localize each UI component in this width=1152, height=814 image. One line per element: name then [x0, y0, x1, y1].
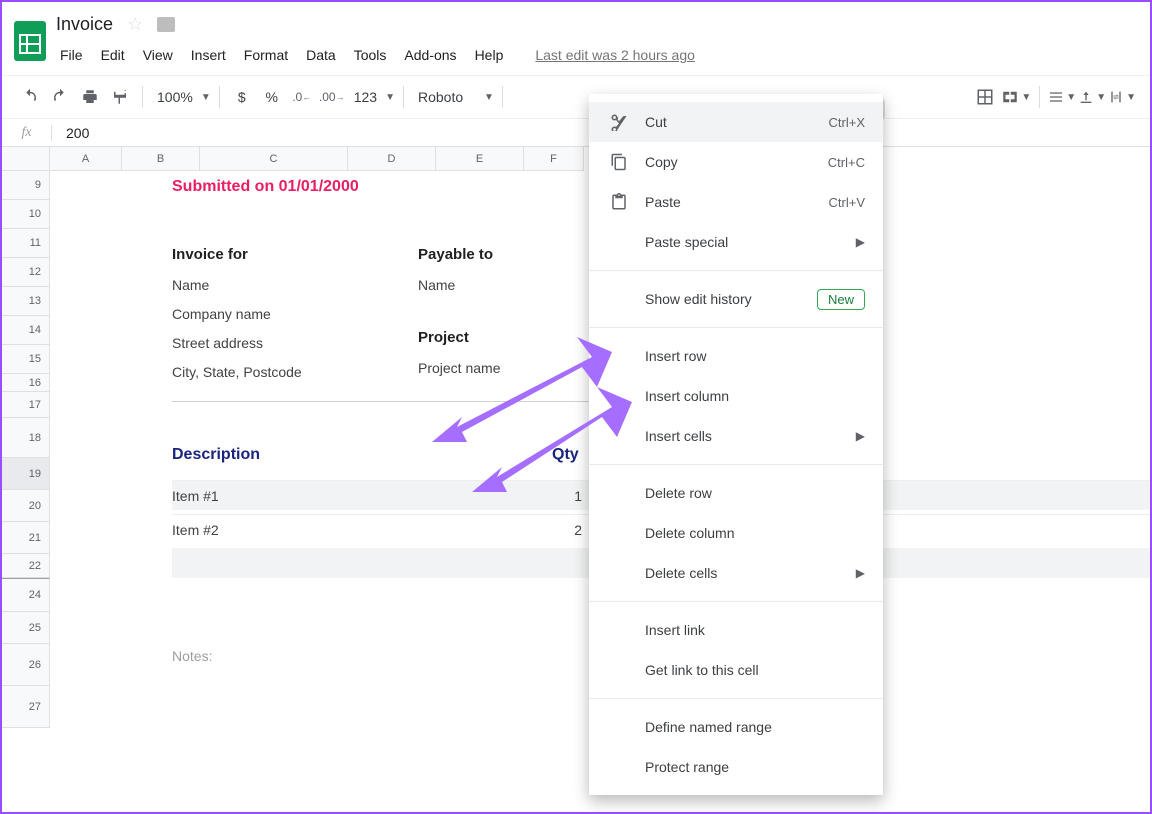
- move-folder-icon[interactable]: [157, 17, 175, 32]
- menu-format[interactable]: Format: [236, 43, 296, 67]
- context-menu: Cut Ctrl+X Copy Ctrl+C Paste Ctrl+V Past…: [589, 94, 883, 795]
- menu-file[interactable]: File: [52, 43, 91, 67]
- menu-bar: File Edit View Insert Format Data Tools …: [52, 35, 703, 67]
- ctx-get-link[interactable]: Get link to this cell: [589, 650, 883, 690]
- row-11[interactable]: 11: [2, 229, 50, 258]
- row-26[interactable]: 26: [2, 644, 50, 686]
- col-D[interactable]: D: [348, 147, 436, 171]
- ctx-named-range[interactable]: Define named range: [589, 707, 883, 747]
- fx-icon: fx: [2, 125, 52, 141]
- dec-decimal-icon[interactable]: .0←: [288, 83, 316, 111]
- row-14[interactable]: 14: [2, 316, 50, 345]
- col-B[interactable]: B: [122, 147, 200, 171]
- row-16[interactable]: 16: [2, 374, 50, 392]
- row-12[interactable]: 12: [2, 258, 50, 287]
- col-E[interactable]: E: [436, 147, 524, 171]
- title-area: Invoice ☆ File Edit View Insert Format D…: [52, 10, 703, 67]
- row-9[interactable]: 9: [2, 171, 50, 200]
- row-22[interactable]: 22: [2, 554, 50, 578]
- row-20[interactable]: 20: [2, 490, 50, 522]
- item2-desc: Item #2: [172, 522, 552, 538]
- row-headers: 9 10 11 12 13 14 15 16 17 18 19 20 21 22…: [2, 171, 50, 728]
- col-A[interactable]: A: [50, 147, 122, 171]
- name-label: Name: [172, 271, 418, 300]
- font-select[interactable]: Roboto▼: [412, 89, 494, 105]
- ctx-insert-cells[interactable]: Insert cells ▶: [589, 416, 883, 456]
- row-24[interactable]: 24: [2, 578, 50, 612]
- borders-icon[interactable]: [971, 83, 999, 111]
- ctx-show-history[interactable]: Show edit history New: [589, 279, 883, 319]
- row-19[interactable]: 19: [2, 458, 50, 490]
- formula-bar: fx 200: [2, 119, 1150, 147]
- ctx-insert-link[interactable]: Insert link: [589, 610, 883, 650]
- currency-button[interactable]: $: [228, 83, 256, 111]
- menu-insert[interactable]: Insert: [183, 43, 234, 67]
- toolbar: 100%▼ $ % .0← .00→ 123▼ Roboto▼ ▼ ▼ ▼ ▼: [2, 75, 1150, 119]
- menu-edit[interactable]: Edit: [93, 43, 133, 67]
- sheets-doc-icon: [12, 10, 52, 64]
- ctx-insert-column[interactable]: Insert column: [589, 376, 883, 416]
- payable-name: Name: [418, 271, 590, 300]
- row-13[interactable]: 13: [2, 287, 50, 316]
- row-17[interactable]: 17: [2, 392, 50, 418]
- ctx-delete-column[interactable]: Delete column: [589, 513, 883, 553]
- menu-addons[interactable]: Add-ons: [396, 43, 464, 67]
- payable-to-label: Payable to: [418, 246, 590, 263]
- align-v-icon[interactable]: ▼: [1078, 89, 1106, 105]
- percent-button[interactable]: %: [258, 83, 286, 111]
- ctx-cut[interactable]: Cut Ctrl+X: [589, 102, 883, 142]
- company-label: Company name: [172, 300, 418, 329]
- row-25[interactable]: 25: [2, 612, 50, 644]
- row-10[interactable]: 10: [2, 200, 50, 229]
- row-21[interactable]: 21: [2, 522, 50, 554]
- row-15[interactable]: 15: [2, 345, 50, 374]
- annotation-arrow-2: [472, 382, 632, 502]
- row-27[interactable]: 27: [2, 686, 50, 728]
- col-C[interactable]: C: [200, 147, 348, 171]
- chevron-right-icon: ▶: [856, 429, 865, 443]
- ctx-paste-special[interactable]: Paste special ▶: [589, 222, 883, 262]
- doc-title[interactable]: Invoice: [56, 14, 113, 35]
- last-edit-link[interactable]: Last edit was 2 hours ago: [527, 43, 703, 67]
- city-label: City, State, Postcode: [172, 358, 418, 387]
- col-F[interactable]: F: [524, 147, 584, 171]
- zoom-select[interactable]: 100%▼: [151, 89, 211, 105]
- star-icon[interactable]: ☆: [127, 14, 143, 35]
- undo-icon[interactable]: [16, 83, 44, 111]
- copy-icon: [609, 152, 629, 172]
- ctx-insert-row[interactable]: Insert row: [589, 336, 883, 376]
- menu-help[interactable]: Help: [467, 43, 512, 67]
- menu-data[interactable]: Data: [298, 43, 344, 67]
- print-icon[interactable]: [76, 83, 104, 111]
- ctx-paste[interactable]: Paste Ctrl+V: [589, 182, 883, 222]
- menu-tools[interactable]: Tools: [346, 43, 395, 67]
- formula-value[interactable]: 200: [52, 125, 89, 141]
- wrap-text-icon[interactable]: ▼: [1108, 89, 1136, 105]
- menu-view[interactable]: View: [135, 43, 181, 67]
- format-number[interactable]: 123▼: [348, 89, 395, 105]
- align-h-icon[interactable]: ▼: [1048, 89, 1076, 105]
- ctx-delete-row[interactable]: Delete row: [589, 473, 883, 513]
- cut-icon: [609, 112, 629, 132]
- ctx-protect-range[interactable]: Protect range: [589, 747, 883, 787]
- ctx-copy[interactable]: Copy Ctrl+C: [589, 142, 883, 182]
- row-18[interactable]: 18: [2, 418, 50, 458]
- app-header: Invoice ☆ File Edit View Insert Format D…: [2, 2, 1150, 67]
- street-label: Street address: [172, 329, 418, 358]
- new-badge: New: [817, 289, 865, 310]
- select-all-corner[interactable]: [2, 147, 50, 171]
- paint-format-icon[interactable]: [106, 83, 134, 111]
- item2-qty: 2: [552, 522, 582, 538]
- redo-icon[interactable]: [46, 83, 74, 111]
- merge-cells-icon[interactable]: ▼: [1001, 88, 1031, 106]
- paste-icon: [609, 192, 629, 212]
- inc-decimal-icon[interactable]: .00→: [318, 83, 346, 111]
- invoice-for-label: Invoice for: [172, 246, 418, 263]
- chevron-right-icon: ▶: [856, 566, 865, 580]
- ctx-delete-cells[interactable]: Delete cells ▶: [589, 553, 883, 593]
- chevron-right-icon: ▶: [856, 235, 865, 249]
